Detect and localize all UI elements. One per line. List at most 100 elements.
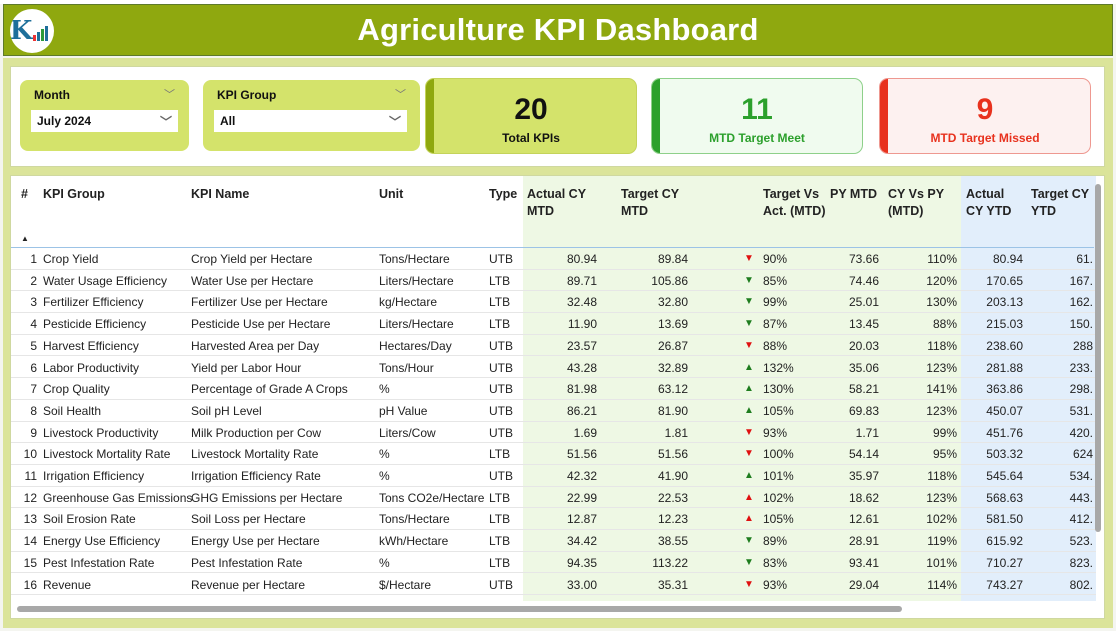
table-row[interactable]: 4 Pesticide Efficiency Pesticide Use per H…	[11, 313, 1096, 335]
triangle-down-icon: ▼	[744, 296, 754, 308]
cy-vs-py-cell: 120%	[926, 273, 957, 288]
kpi-group-cell: Crop Quality	[43, 382, 110, 397]
kpi-group-dropdown[interactable]: All ﹀	[214, 110, 407, 132]
triangle-up-icon: ▲	[744, 491, 754, 503]
target-cy-ytd-cell: 61.	[1076, 252, 1093, 266]
py-mtd-cell: 69.83	[848, 403, 879, 418]
type-cell: UTB	[489, 338, 513, 353]
kpi-name-cell: Harvested Area per Day	[191, 338, 320, 353]
col-header-kpi-group[interactable]: KPI Group	[43, 186, 105, 203]
actual-cy-ytd-cell: 451.76	[986, 425, 1023, 440]
month-dropdown[interactable]: July 2024 ﹀	[31, 110, 178, 132]
mtd-target-meet-value: 11	[741, 93, 773, 126]
target-cy-ytd-cell: 523.	[1069, 534, 1093, 549]
col-header-py-mtd[interactable]: PY MTD	[830, 186, 877, 203]
table-row[interactable]: 14 Energy Use Efficiency Energy Use per He…	[11, 530, 1096, 552]
kpi-group-value: All	[220, 114, 236, 128]
kpi-name-cell: Percentage of Grade A Crops	[191, 382, 348, 397]
py-mtd-cell: 1.71	[855, 425, 879, 440]
target-cy-ytd-cell: 167.	[1069, 273, 1093, 288]
col-header-actual-cy-mtd[interactable]: Actual CY MTD	[527, 186, 597, 220]
cy-vs-py-cell: 118%	[927, 338, 957, 353]
col-header-kpi-name[interactable]: KPI Name	[191, 186, 249, 203]
table-row[interactable]: 1 Crop Yield Crop Yield per Hectare Tons/He…	[11, 248, 1096, 270]
type-cell: LTB	[489, 555, 511, 570]
kpi-name-cell: Milk Production per Cow	[191, 425, 322, 440]
chevron-down-icon[interactable]: ﹀	[395, 86, 406, 102]
total-kpis-value: 20	[514, 93, 548, 126]
actual-cy-ytd-cell: 238.60	[986, 338, 1023, 353]
triangle-down-icon: ▼	[744, 253, 754, 264]
vertical-scrollbar[interactable]	[1095, 184, 1101, 532]
cy-vs-py-cell: 102%	[926, 512, 957, 527]
kpi-group-cell: Soil Health	[43, 403, 102, 418]
kpi-group-cell: Revenue	[43, 577, 92, 592]
row-number: 1	[30, 252, 37, 266]
kpi-name-cell: Irrigation Efficiency Rate	[191, 469, 321, 483]
table-row[interactable]: 8 Soil Health Soil pH Level pH Value UTB 86.2…	[11, 400, 1096, 422]
target-cy-mtd-cell: 1.81	[664, 425, 688, 440]
table-row[interactable]: 2 Water Usage Efficiency Water Use per Hec…	[11, 270, 1096, 292]
kpi-name-cell: Energy Use per Hectare	[191, 534, 320, 549]
triangle-down-icon: ▼	[744, 274, 754, 286]
page-title: Agriculture KPI Dashboard	[357, 12, 759, 47]
triangle-up-icon: ▲	[744, 383, 754, 395]
target-cy-mtd-cell: 89.84	[657, 252, 688, 266]
target-vs-act-cell: 105%	[763, 512, 794, 527]
mtd-target-missed-value: 9	[976, 93, 994, 126]
row-number: 10	[23, 447, 37, 462]
target-cy-ytd-cell: 420.	[1069, 425, 1093, 440]
actual-cy-ytd-cell: 450.07	[986, 403, 1023, 418]
table-row[interactable]: 13 Soil Erosion Rate Soil Loss per Hectare…	[11, 508, 1096, 531]
target-cy-mtd-cell: 81.90	[657, 403, 688, 418]
target-cy-ytd-cell: 802.	[1069, 577, 1093, 592]
col-header-num[interactable]: #	[21, 186, 28, 203]
actual-cy-mtd-cell: 42.32	[566, 469, 597, 483]
target-cy-mtd-cell: 32.89	[657, 360, 688, 375]
col-header-type[interactable]: Type	[489, 186, 517, 203]
table-row[interactable]: 9 Livestock Productivity Milk Production p…	[11, 422, 1096, 444]
month-slicer: Month ﹀ July 2024 ﹀	[20, 80, 189, 151]
type-cell: LTB	[489, 490, 511, 505]
table-row[interactable]: 7 Crop Quality Percentage of Grade A Crops…	[11, 378, 1096, 400]
col-header-target-cy-ytd[interactable]: Target CY YTD	[1031, 186, 1101, 220]
horizontal-scrollbar[interactable]	[17, 606, 902, 612]
actual-cy-ytd-cell: 503.32	[986, 447, 1023, 462]
py-mtd-cell: 35.06	[848, 360, 879, 375]
col-header-cy-vs-py-mtd[interactable]: CY Vs PY (MTD)	[888, 186, 954, 220]
chevron-down-icon: ﹀	[388, 115, 401, 129]
col-header-actual-cy-ytd[interactable]: Actual CY YTD	[966, 186, 1016, 220]
unit-cell: Liters/Hectare	[379, 317, 454, 332]
target-cy-ytd-cell: 233.	[1069, 360, 1093, 375]
table-row[interactable]: 11 Irrigation Efficiency Irrigation Effici…	[11, 465, 1096, 487]
row-number: 16	[23, 577, 37, 592]
target-vs-act-cell: 101%	[763, 469, 794, 483]
col-header-target-vs-act-mtd[interactable]: Target Vs Act. (MTD)	[763, 186, 827, 220]
target-cy-ytd-cell: 412.	[1069, 512, 1093, 527]
sort-ascending-icon[interactable]: ▲	[21, 234, 29, 243]
table-row[interactable]: 5 Harvest Efficiency Harvested Area per Da…	[11, 335, 1096, 357]
py-mtd-cell: 73.66	[848, 252, 879, 266]
table-row[interactable]: 3 Fertilizer Efficiency Fertilizer Use per…	[11, 291, 1096, 314]
target-cy-mtd-cell: 51.56	[657, 447, 688, 462]
col-header-target-cy-mtd[interactable]: Target CY MTD	[621, 186, 691, 220]
kpi-group-cell: Greenhouse Gas Emissions	[43, 490, 193, 505]
actual-cy-mtd-cell: 80.94	[566, 252, 597, 266]
kpi-group-cell: Water Usage Efficiency	[43, 273, 168, 288]
chevron-down-icon[interactable]: ﹀	[164, 86, 175, 102]
table-row[interactable]: 15 Pest Infestation Rate Pest Infestation …	[11, 552, 1096, 574]
row-number: 4	[30, 317, 37, 332]
logo-k-icon: K	[10, 16, 33, 46]
table-row[interactable]: 16 Revenue Revenue per Hectare $/Hectare UTB…	[11, 574, 1096, 596]
table-row[interactable]: 10 Livestock Mortality Rate Livestock Mort…	[11, 443, 1096, 465]
col-header-unit[interactable]: Unit	[379, 186, 403, 203]
kpi-table: # KPI Group KPI Name Unit Type Actual CY…	[10, 175, 1105, 619]
target-cy-mtd-cell: 113.22	[652, 555, 688, 570]
table-row[interactable]: 12 Greenhouse Gas Emissions GHG Emissions …	[11, 487, 1096, 509]
mtd-target-missed-card: 9 MTD Target Missed	[879, 78, 1091, 154]
target-cy-mtd-cell: 105.86	[651, 273, 688, 288]
target-vs-act-cell: 85%	[763, 273, 788, 288]
table-row[interactable]: 6 Labor Productivity Yield per Labor Hour T…	[11, 357, 1096, 379]
type-cell: LTB	[489, 273, 511, 288]
cy-vs-py-cell: 114%	[927, 577, 957, 592]
